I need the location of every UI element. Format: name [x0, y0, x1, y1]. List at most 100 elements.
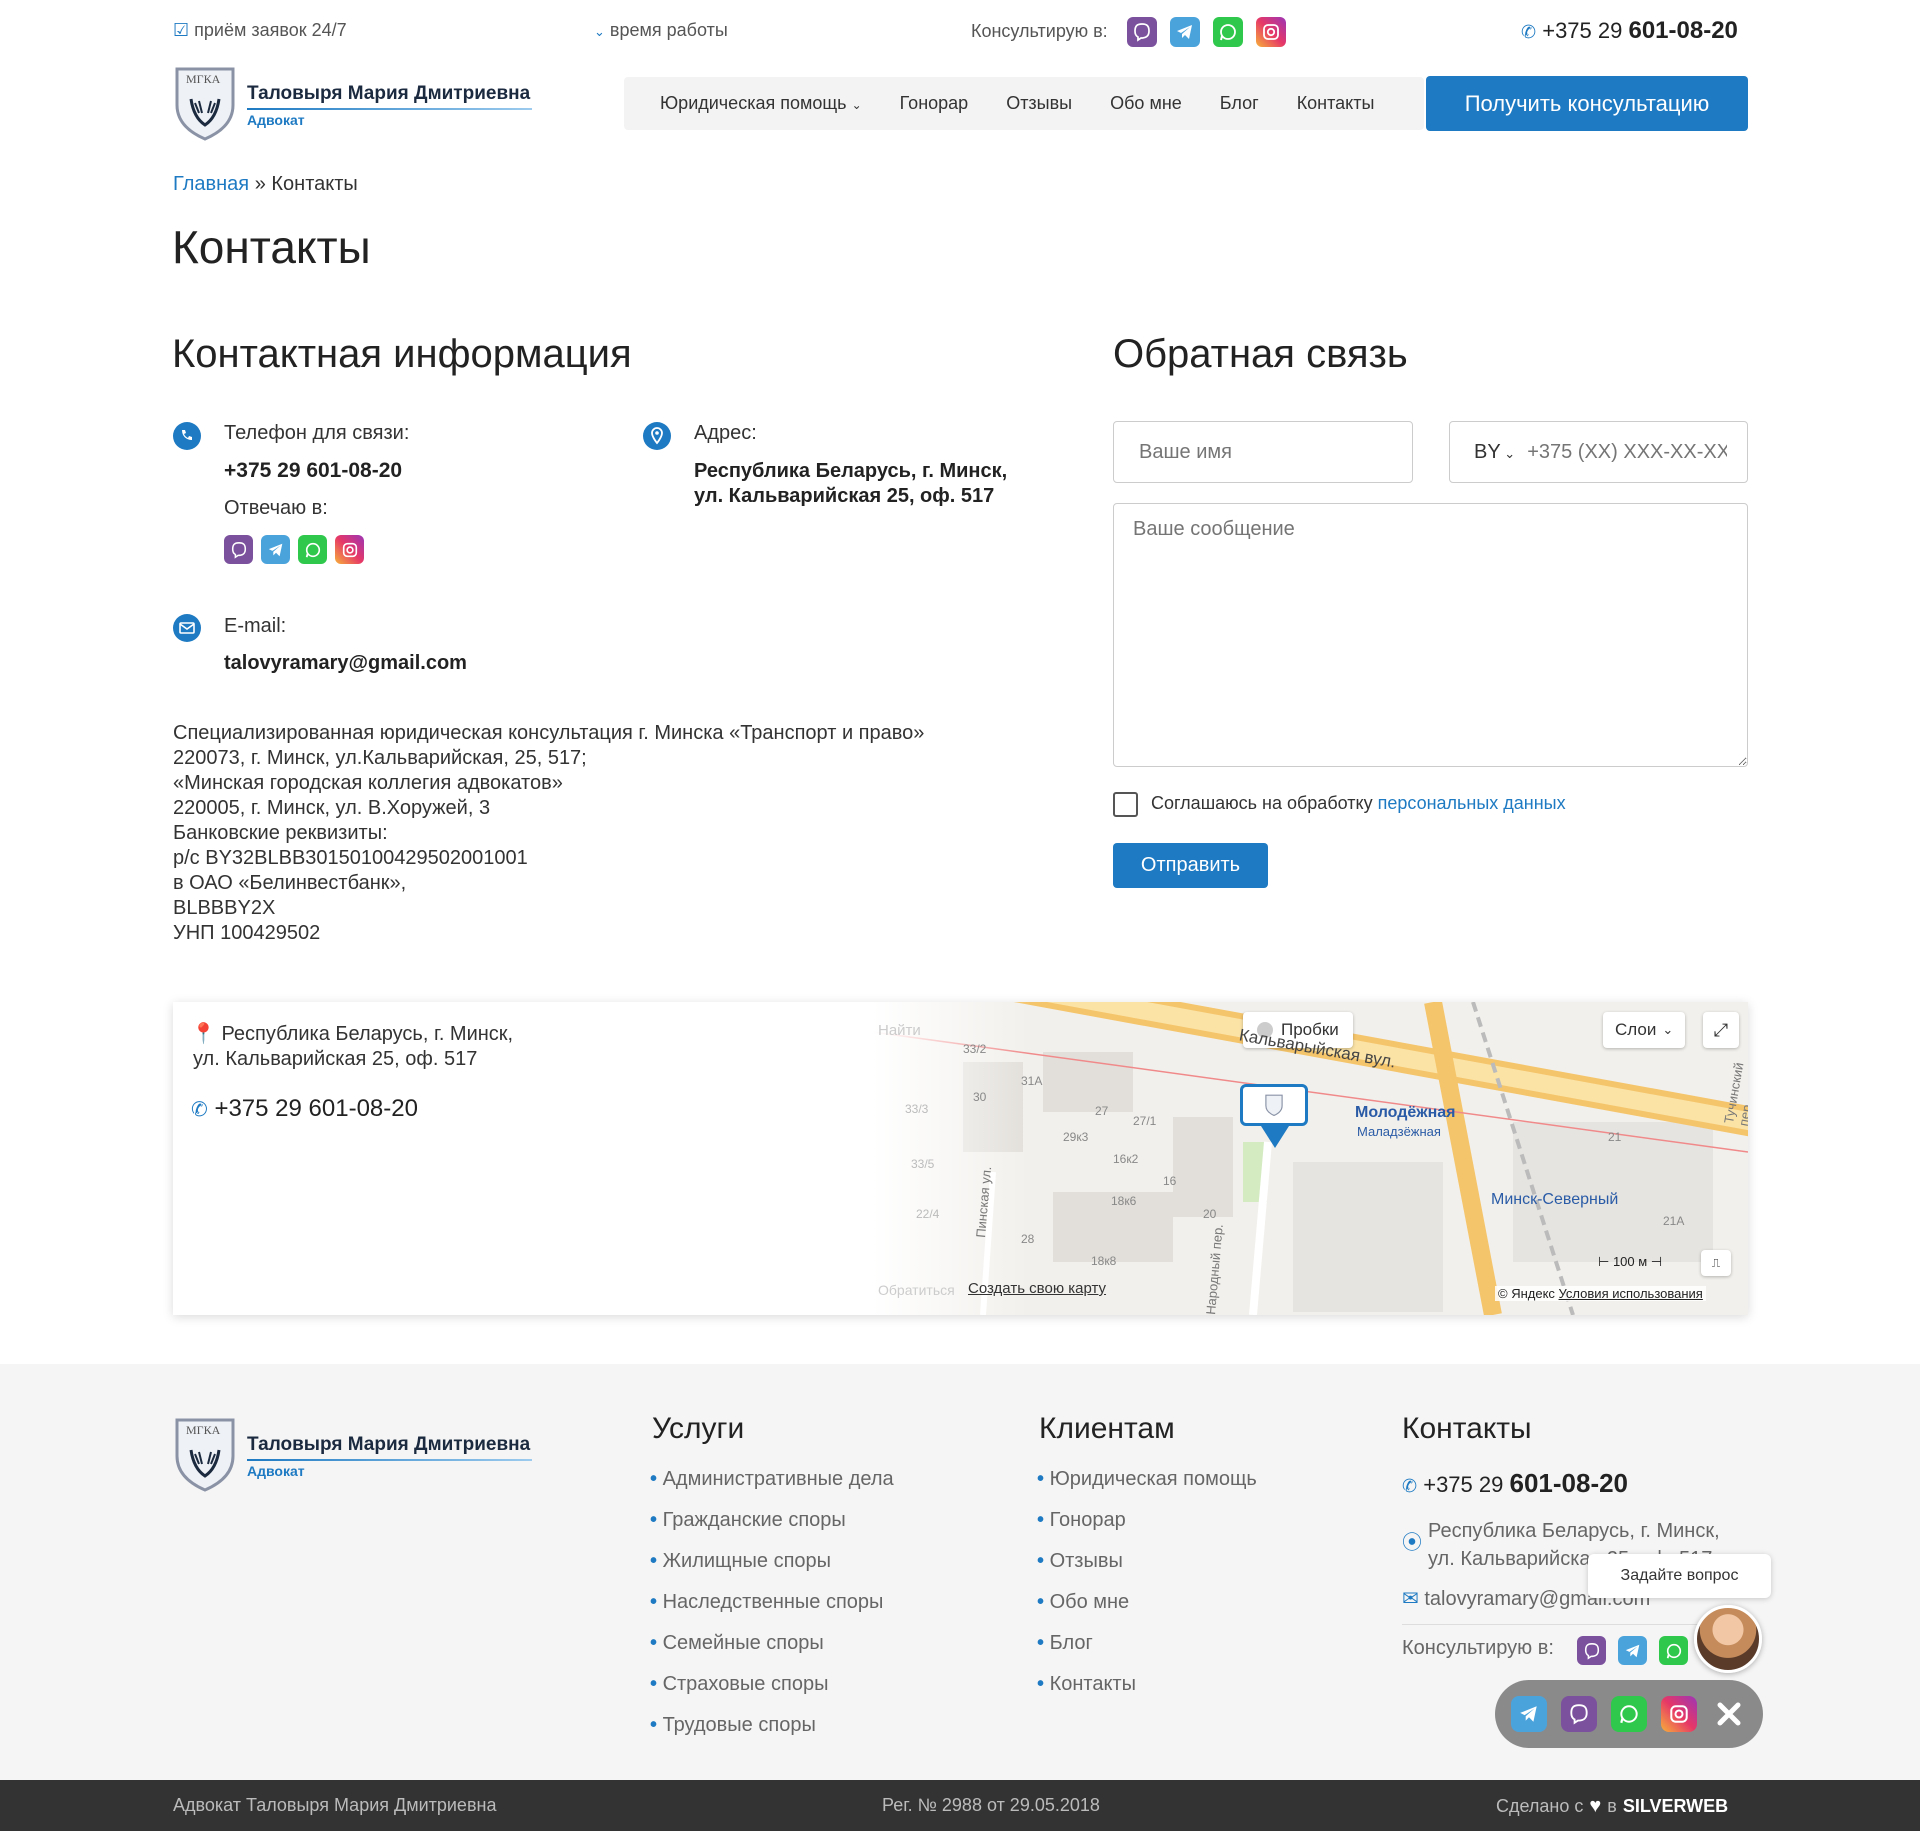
- map-feedback-stub[interactable]: Обратиться: [878, 1282, 955, 1298]
- layers-button[interactable]: Слои ⌄: [1603, 1012, 1686, 1048]
- phone-prefix: +375 29: [1423, 1472, 1504, 1497]
- telegram-icon[interactable]: [1618, 1636, 1647, 1665]
- house-number: 31А: [1021, 1074, 1043, 1088]
- telegram-icon[interactable]: [261, 535, 290, 564]
- map-search-stub[interactable]: Найти: [878, 1022, 921, 1039]
- legal-detail-line: 220073, г. Минск, ул.Кальварийская, 25, …: [173, 747, 587, 769]
- map-marker[interactable]: [1240, 1084, 1308, 1126]
- footer-logo[interactable]: МГКА Таловыря Мария Дмитриевна Адвокат: [173, 1416, 533, 1494]
- footer-link-label: Административные дела: [662, 1468, 894, 1490]
- whatsapp-icon[interactable]: [1659, 1636, 1688, 1665]
- footer-link-label: Обо мне: [1049, 1591, 1130, 1613]
- whatsapp-icon[interactable]: [1213, 17, 1243, 47]
- phone-main: 601-08-20: [1509, 1468, 1629, 1498]
- privacy-link[interactable]: персональных данных: [1378, 793, 1566, 813]
- viber-icon[interactable]: [224, 535, 253, 564]
- instagram-icon[interactable]: [1661, 1696, 1697, 1732]
- nav-item-fee[interactable]: Гонорар: [900, 93, 969, 114]
- footer-link-label: Наследственные споры: [662, 1591, 884, 1613]
- nav-item-contacts[interactable]: Контакты: [1297, 93, 1375, 114]
- viber-icon[interactable]: [1561, 1696, 1597, 1732]
- footer-link[interactable]: Семейные споры: [650, 1632, 894, 1673]
- email-icon: [173, 614, 201, 642]
- house-number: 22/4: [916, 1207, 940, 1221]
- nav-label: Юридическая помощь: [660, 93, 847, 113]
- telegram-icon[interactable]: [1511, 1696, 1547, 1732]
- avatar[interactable]: [1694, 1605, 1762, 1673]
- fullscreen-icon[interactable]: ⤢: [1703, 1012, 1739, 1048]
- nav-item-about[interactable]: Обо мне: [1110, 93, 1182, 114]
- map-metro-label: Молодёжная: [1355, 1104, 1456, 1121]
- close-icon[interactable]: [1711, 1696, 1747, 1732]
- footer-link[interactable]: Трудовые споры: [650, 1714, 894, 1755]
- contact-email[interactable]: talovyramary@gmail.com: [224, 652, 467, 675]
- message-textarea[interactable]: [1113, 503, 1748, 767]
- footer-link-label: Отзывы: [1049, 1550, 1123, 1572]
- layers-label: Слои: [1615, 1020, 1657, 1039]
- footer-link-label: Семейные споры: [662, 1632, 824, 1654]
- house-number: 18к6: [1111, 1194, 1137, 1208]
- location-pin-icon: 📍: [191, 1023, 216, 1045]
- contact-info-heading: Контактная информация: [172, 332, 632, 376]
- name-input[interactable]: [1113, 421, 1413, 483]
- map-copyright: © Яндекс: [1498, 1286, 1555, 1301]
- logo-subtitle: Адвокат: [247, 112, 305, 128]
- house-number: 20: [1203, 1207, 1217, 1221]
- nav-item-blog[interactable]: Блог: [1220, 93, 1259, 114]
- map-terms-link[interactable]: Условия использования: [1559, 1286, 1703, 1301]
- footer-link[interactable]: Гражданские споры: [650, 1509, 894, 1550]
- footer-link[interactable]: Наследственные споры: [650, 1591, 894, 1632]
- phone-input[interactable]: [1527, 440, 1728, 464]
- requests-label: приём заявок 24/7: [194, 20, 347, 40]
- map-station-label: Минск-Северный: [1491, 1191, 1619, 1208]
- registration-text: Рег. № 2988 от 29.05.2018: [882, 1795, 1100, 1815]
- house-number: 16: [1163, 1174, 1177, 1188]
- footer-phone[interactable]: ✆ +375 29 601-08-20: [1402, 1468, 1628, 1499]
- footer-link[interactable]: Страховые споры: [650, 1673, 894, 1714]
- house-number: 16к2: [1113, 1152, 1139, 1166]
- contact-phone[interactable]: +375 29 601-08-20: [224, 459, 402, 483]
- create-map-link[interactable]: Создать свою карту: [968, 1280, 1106, 1297]
- instagram-icon[interactable]: [335, 535, 364, 564]
- house-number: 33/3: [905, 1102, 929, 1116]
- phone-icon: ✆: [1402, 1476, 1418, 1496]
- country-select[interactable]: BY ⌄: [1474, 441, 1515, 464]
- footer-link[interactable]: Гонорар: [1037, 1509, 1257, 1550]
- get-consultation-button[interactable]: Получить консультацию: [1426, 76, 1748, 131]
- logo-emblem-icon: [1265, 1094, 1283, 1116]
- working-hours-toggle[interactable]: ⌄ время работы: [594, 20, 728, 41]
- footer-link[interactable]: Контакты: [1037, 1673, 1257, 1714]
- footer-link-label: Юридическая помощь: [1049, 1468, 1257, 1490]
- nav-item-reviews[interactable]: Отзывы: [1006, 93, 1072, 114]
- bottom-bar: Адвокат Таловыря Мария Дмитриевна Рег. №…: [0, 1780, 1920, 1831]
- heart-icon: ♥: [1589, 1795, 1602, 1817]
- footer-link[interactable]: Юридическая помощь: [1037, 1468, 1257, 1509]
- footer-link[interactable]: Блог: [1037, 1632, 1257, 1673]
- footer-link[interactable]: Жилищные споры: [650, 1550, 894, 1591]
- ask-question-tooltip[interactable]: Задайте вопрос: [1588, 1554, 1771, 1598]
- made-by[interactable]: Сделано с ♥ в SILVERWEB: [1496, 1795, 1728, 1818]
- viber-icon[interactable]: [1127, 17, 1157, 47]
- footer-link[interactable]: Обо мне: [1037, 1591, 1257, 1632]
- map-phone[interactable]: ✆ +375 29 601-08-20: [191, 1095, 418, 1123]
- phone-field: BY ⌄: [1449, 421, 1748, 483]
- chevron-down-icon: ⌄: [1662, 1022, 1674, 1037]
- whatsapp-icon[interactable]: [298, 535, 327, 564]
- developer-brand: SILVERWEB: [1622, 1796, 1729, 1816]
- site-logo[interactable]: МГКА Таловыря Мария Дмитриевна Адвокат: [173, 65, 533, 143]
- footer-link[interactable]: Административные дела: [650, 1468, 894, 1509]
- whatsapp-icon[interactable]: [1611, 1696, 1647, 1732]
- map-metro-by-label: Маладзёжная: [1357, 1124, 1441, 1139]
- map-address: 📍 Республика Беларусь, г. Минск, ул. Кал…: [191, 1022, 513, 1072]
- submit-button[interactable]: Отправить: [1113, 843, 1268, 888]
- footer-link[interactable]: Отзывы: [1037, 1550, 1257, 1591]
- instagram-icon[interactable]: [1256, 17, 1286, 47]
- nav-item-legal-help[interactable]: Юридическая помощь ⌄: [660, 93, 862, 114]
- phone-prefix: +375 29: [1542, 18, 1623, 43]
- consent-checkbox[interactable]: [1113, 792, 1138, 817]
- breadcrumb-home-link[interactable]: Главная: [173, 173, 249, 195]
- viber-icon[interactable]: [1577, 1636, 1606, 1665]
- ruler-icon[interactable]: ⎍: [1701, 1250, 1731, 1276]
- telegram-icon[interactable]: [1170, 17, 1200, 47]
- header-phone[interactable]: ✆ +375 29 601-08-20: [1521, 17, 1738, 45]
